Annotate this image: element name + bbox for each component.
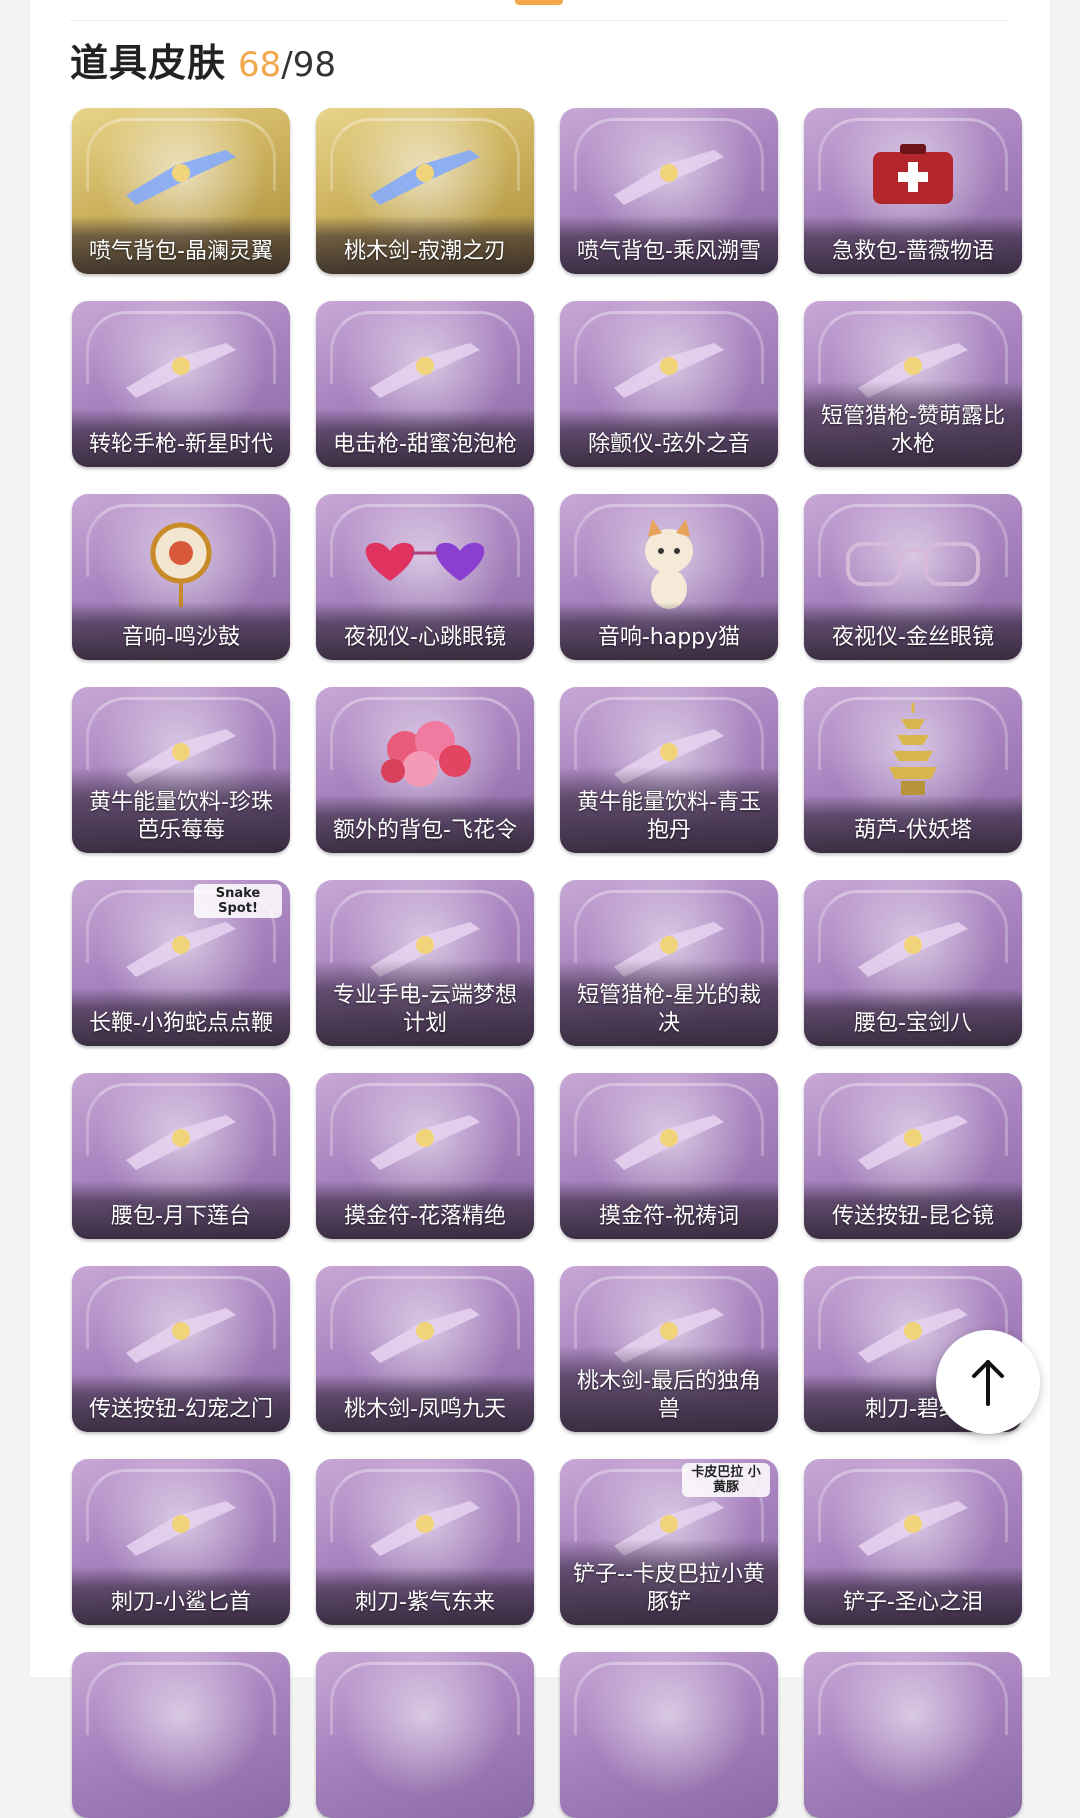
skin-name: 腰包-宝剑八 <box>804 988 1022 1046</box>
heart-glasses-icon <box>316 516 534 606</box>
amulet-icon <box>560 1095 778 1185</box>
skin-name: 刺刀-紫气东来 <box>316 1567 534 1625</box>
lute-icon <box>560 323 778 413</box>
skin-tile[interactable]: 卡皮巴拉 小黄豚铲子--卡皮巴拉小黄豚铲 <box>560 1459 778 1625</box>
skin-tile[interactable]: 传送按钮-昆仑镜 <box>804 1073 1022 1239</box>
skin-tile[interactable]: 摸金符-花落精绝 <box>316 1073 534 1239</box>
total-count: 98 <box>292 45 337 85</box>
skin-tile[interactable]: 桃木剑-寂潮之刃 <box>316 108 534 274</box>
skin-name: 音响-鸣沙鼓 <box>72 602 290 660</box>
red-sword-icon <box>316 1288 534 1378</box>
skin-tile[interactable]: 电击枪-甜蜜泡泡枪 <box>316 301 534 467</box>
cat-icon <box>560 516 778 609</box>
skin-tile[interactable]: 急救包-蔷薇物语 <box>804 108 1022 274</box>
tab-indicator <box>515 0 563 5</box>
glasses-icon <box>804 516 1022 606</box>
arrow-up-icon <box>972 1360 1004 1406</box>
heart-pouch-icon <box>804 902 1022 992</box>
skin-name: 夜视仪-金丝眼镜 <box>804 602 1022 660</box>
skin-name: 除颤仪-弦外之音 <box>560 409 778 467</box>
skin-name: 短管猎枪-星光的裁决 <box>560 960 778 1046</box>
skin-name: 传送按钮-幻宠之门 <box>72 1374 290 1432</box>
pagoda-icon <box>804 703 1022 799</box>
rainbow-door-icon <box>72 1288 290 1378</box>
first-aid-kit-icon <box>804 130 1022 220</box>
skin-name: 腰包-月下莲台 <box>72 1181 290 1239</box>
skin-tile[interactable]: 黄牛能量饮料-珍珠芭乐莓莓 <box>72 687 290 853</box>
skin-tile[interactable]: 音响-鸣沙鼓 <box>72 494 290 660</box>
sticker-badge: Snake Spot! <box>194 884 282 918</box>
skin-tile[interactable]: 夜视仪-金丝眼镜 <box>804 494 1022 660</box>
skin-tile[interactable]: 葫芦-伏妖塔 <box>804 687 1022 853</box>
skin-tile[interactable]: 额外的背包-飞花令 <box>316 687 534 853</box>
sticker-badge: 卡皮巴拉 小黄豚 <box>682 1463 770 1497</box>
flower-bouquet-icon <box>316 709 534 799</box>
skin-tile[interactable]: 桃木剑-凤鸣九天 <box>316 1266 534 1432</box>
skin-name: 刺刀-小鲨匕首 <box>72 1567 290 1625</box>
divider <box>70 20 1008 21</box>
skin-name: 桃木剑-寂潮之刃 <box>316 216 534 274</box>
skin-name: 摸金符-祝祷词 <box>560 1181 778 1239</box>
count-separator: / <box>281 45 293 85</box>
skin-name: 桃木剑-凤鸣九天 <box>316 1374 534 1432</box>
skin-tile[interactable]: 夜视仪-心跳眼镜 <box>316 494 534 660</box>
skin-name: 铲子--卡皮巴拉小黄豚铲 <box>560 1539 778 1625</box>
skin-name: 摸金符-花落精绝 <box>316 1181 534 1239</box>
skin-name: 桃木剑-最后的独角兽 <box>560 1346 778 1432</box>
skin-name: 黄牛能量饮料-青玉抱丹 <box>560 767 778 853</box>
skin-tile[interactable]: 喷气背包-乘风溯雪 <box>560 108 778 274</box>
skin-name: 专业手电-云端梦想计划 <box>316 960 534 1046</box>
back-to-top-button[interactable] <box>936 1330 1040 1434</box>
skin-tile[interactable]: 传送按钮-幻宠之门 <box>72 1266 290 1432</box>
skin-name: 喷气背包-乘风溯雪 <box>560 216 778 274</box>
scepter-icon <box>804 1481 1022 1571</box>
mirror-icon <box>804 1095 1022 1185</box>
skin-tile[interactable]: 音响-happy猫 <box>560 494 778 660</box>
skin-tile[interactable]: 刺刀-紫气东来 <box>316 1459 534 1625</box>
amulet-flower-icon <box>316 1095 534 1185</box>
lotus-pouch-icon <box>72 1095 290 1185</box>
skin-tile[interactable]: 专业手电-云端梦想计划 <box>316 880 534 1046</box>
skin-name: 额外的背包-飞花令 <box>316 795 534 853</box>
skin-tile[interactable]: 短管猎枪-赞萌露比水枪 <box>804 301 1022 467</box>
shark-dagger-icon <box>72 1481 290 1571</box>
skin-tile[interactable]: 桃木剑-最后的独角兽 <box>560 1266 778 1432</box>
revolver-icon <box>72 323 290 413</box>
skin-name: 转轮手枪-新星时代 <box>72 409 290 467</box>
sword-icon <box>316 130 534 220</box>
drum-icon <box>72 516 290 607</box>
skin-name: 葫芦-伏妖塔 <box>804 795 1022 853</box>
skin-name: 喷气背包-晶澜灵翼 <box>72 216 290 274</box>
skin-name: 夜视仪-心跳眼镜 <box>316 602 534 660</box>
skin-name: 电击枪-甜蜜泡泡枪 <box>316 409 534 467</box>
section-title: 道具皮肤 <box>70 41 227 85</box>
wings-jetpack-icon <box>72 130 290 220</box>
owned-count: 68 <box>238 45 282 85</box>
skin-tile[interactable]: 喷气背包-晶澜灵翼 <box>72 108 290 274</box>
skin-name: 音响-happy猫 <box>560 602 778 660</box>
skin-tile[interactable]: 转轮手枪-新星时代 <box>72 301 290 467</box>
skin-tile[interactable]: 黄牛能量饮料-青玉抱丹 <box>560 687 778 853</box>
bubble-gun-icon <box>316 323 534 413</box>
section-header: 道具皮肤 68 / 98 <box>70 32 336 92</box>
skin-tile[interactable]: Snake Spot! 长鞭-小狗蛇点点鞭 <box>72 880 290 1046</box>
skin-tile[interactable]: 腰包-月下莲台 <box>72 1073 290 1239</box>
skin-name: 急救包-蔷薇物语 <box>804 216 1022 274</box>
jetpack-icon <box>560 130 778 220</box>
skin-name: 长鞭-小狗蛇点点鞭 <box>72 988 290 1046</box>
skin-name: 黄牛能量饮料-珍珠芭乐莓莓 <box>72 767 290 853</box>
skin-name: 传送按钮-昆仑镜 <box>804 1181 1022 1239</box>
skin-tile[interactable]: 短管猎枪-星光的裁决 <box>560 880 778 1046</box>
skin-tile[interactable]: 刺刀-小鲨匕首 <box>72 1459 290 1625</box>
skin-name: 短管猎枪-赞萌露比水枪 <box>804 381 1022 467</box>
purple-blade-icon <box>316 1481 534 1571</box>
skin-tile[interactable]: 除颤仪-弦外之音 <box>560 301 778 467</box>
skin-tile[interactable]: 腰包-宝剑八 <box>804 880 1022 1046</box>
skin-tile[interactable]: 铲子-圣心之泪 <box>804 1459 1022 1625</box>
skin-name: 铲子-圣心之泪 <box>804 1567 1022 1625</box>
skin-tile[interactable]: 摸金符-祝祷词 <box>560 1073 778 1239</box>
